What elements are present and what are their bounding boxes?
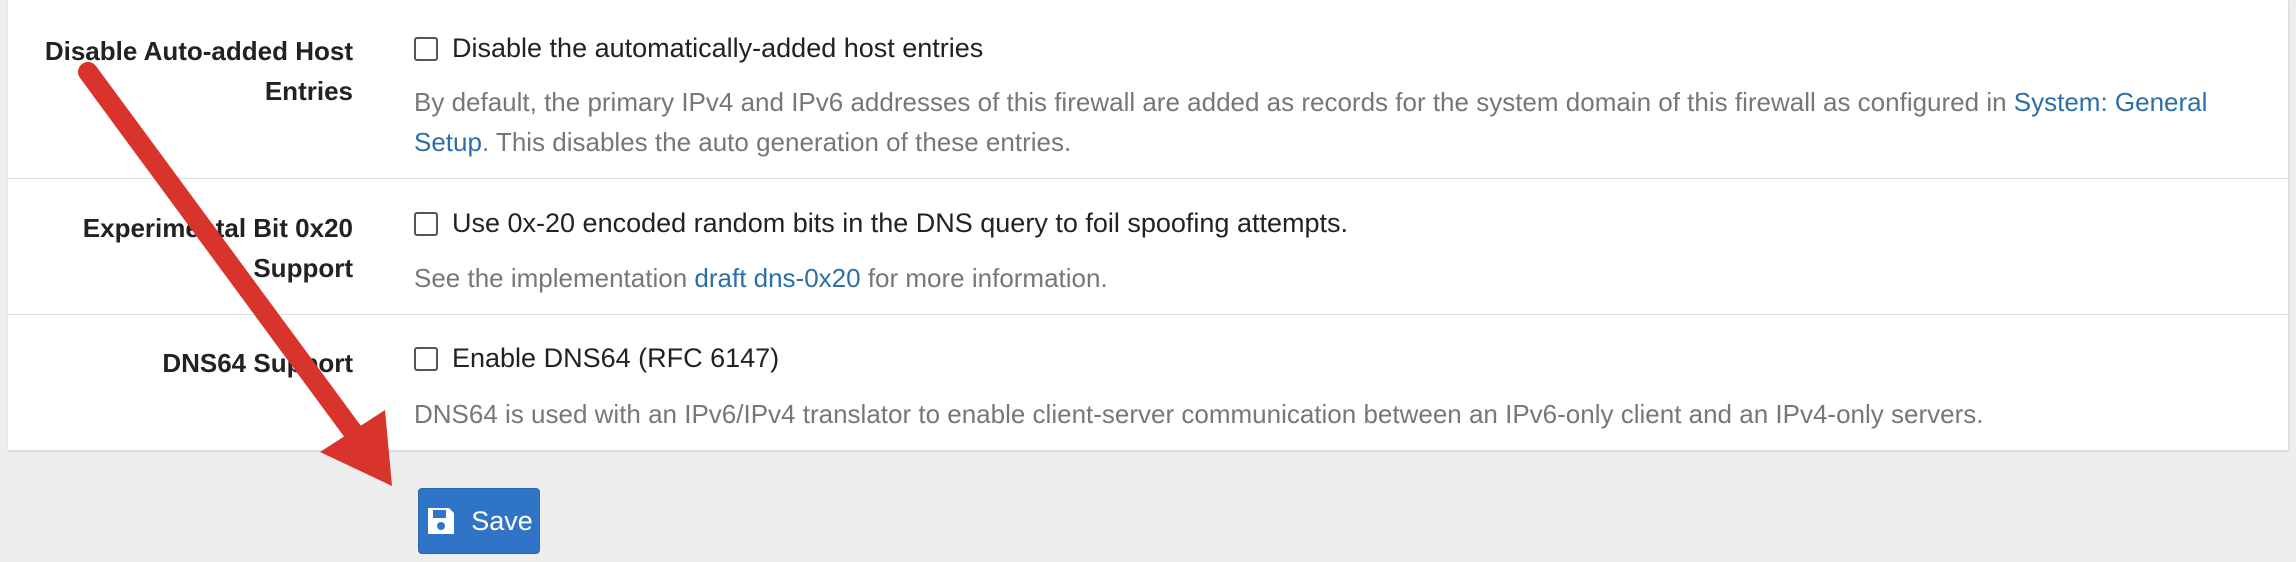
floppy-disk-icon [428, 508, 455, 534]
settings-panel: Disable Auto-added Host Entries Disable … [8, 0, 2289, 451]
setting-label-experimental-bit-0x20: Experimental Bit 0x20 Support [0, 208, 353, 288]
checkbox-label: Enable DNS64 (RFC 6147) [452, 343, 780, 373]
help-text: By default, the primary IPv4 and IPv6 ad… [414, 87, 2208, 157]
checkbox-line-experimental-bit-0x20: Use 0x-20 encoded random bits in the DNS… [414, 208, 1348, 239]
label-line: Experimental Bit 0x20 [82, 213, 353, 243]
draft-dns-0x20-link[interactable]: draft dns-0x20 [694, 263, 860, 293]
setting-label-dns64-support: DNS64 Support [0, 343, 353, 383]
experimental-bit-0x20-checkbox[interactable] [414, 211, 438, 236]
save-button[interactable]: Save [418, 488, 540, 554]
checkbox-label: Use 0x-20 encoded random bits in the DNS… [452, 208, 1348, 238]
label-line: Entries [264, 76, 353, 106]
label-line: Disable Auto-added Host [44, 36, 353, 66]
checkbox-line-disable-auto-host-entries: Disable the automatically-added host ent… [414, 33, 983, 64]
label-line: DNS64 Support [162, 348, 353, 378]
save-button-label: Save [471, 505, 533, 536]
disable-auto-host-entries-checkbox[interactable] [414, 36, 438, 61]
help-text: DNS64 is used with an IPv6/IPv4 translat… [414, 399, 1984, 429]
checkbox-line-dns64-support: Enable DNS64 (RFC 6147) [414, 343, 779, 374]
dns64-support-checkbox[interactable] [414, 346, 438, 371]
label-line: Support [253, 253, 353, 283]
help-text: See the implementation draft dns-0x20 fo… [414, 263, 1108, 293]
checkbox-label: Disable the automatically-added host ent… [452, 33, 984, 63]
setting-label-disable-auto-host-entries: Disable Auto-added Host Entries [0, 31, 353, 111]
